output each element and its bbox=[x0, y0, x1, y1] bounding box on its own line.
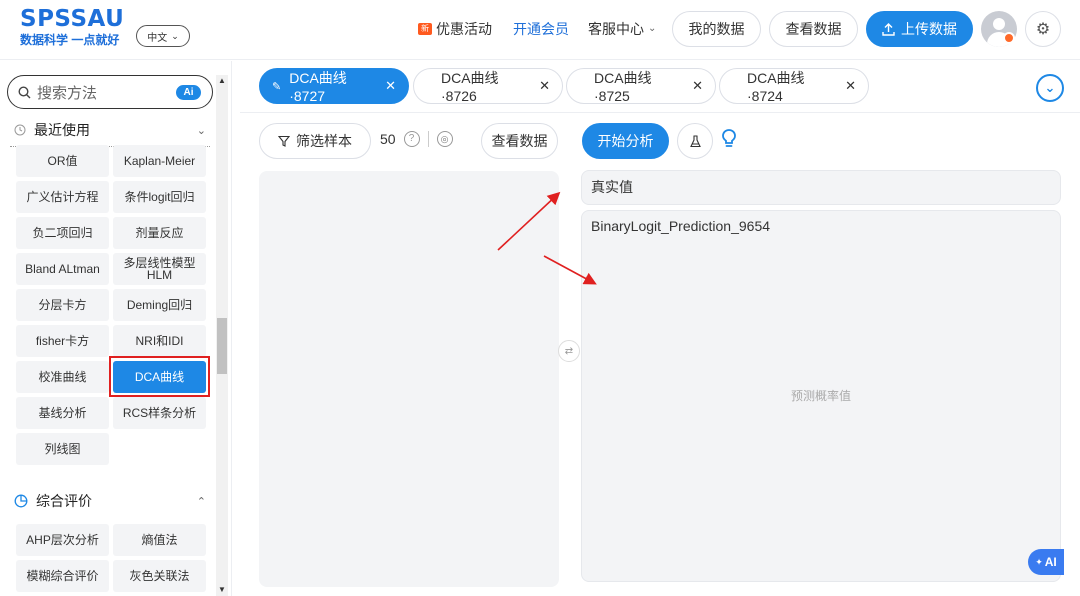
view-data-button[interactable]: 查看数据 bbox=[769, 11, 858, 47]
method-calibration[interactable]: 校准曲线 bbox=[16, 361, 109, 393]
help-icon[interactable]: ? bbox=[403, 131, 420, 147]
flask-icon bbox=[689, 134, 701, 147]
avatar-badge bbox=[1003, 32, 1015, 44]
start-analysis-button[interactable]: 开始分析 bbox=[582, 123, 669, 159]
method-hlm[interactable]: 多层线性模型HLM bbox=[113, 253, 206, 285]
upload-data-button[interactable]: 上传数据 bbox=[866, 11, 973, 47]
prediction-dropzone[interactable]: BinaryLogit_Prediction_9654 预测概率值 bbox=[581, 210, 1061, 582]
sample-count-value: 50 bbox=[380, 131, 396, 147]
close-icon[interactable]: ✕ bbox=[539, 78, 550, 94]
tab-dca-8724[interactable]: DCA曲线·8724 ✕ bbox=[719, 68, 869, 104]
method-stratified-chi[interactable]: 分层卡方 bbox=[16, 289, 109, 321]
nav-promo-label: 优惠活动 bbox=[436, 21, 492, 37]
method-conditional-logit[interactable]: 条件logit回归 bbox=[113, 181, 206, 213]
chevron-down-icon: ⌄ bbox=[1044, 80, 1056, 95]
method-grey-relational[interactable]: 灰色关联法 bbox=[113, 560, 206, 592]
prediction-variable[interactable]: BinaryLogit_Prediction_9654 bbox=[591, 218, 770, 234]
true-value-dropzone[interactable]: 真实值 bbox=[581, 170, 1061, 205]
method-entropy[interactable]: 熵值法 bbox=[113, 524, 206, 556]
view-data-toolbar-button[interactable]: 查看数据 bbox=[481, 123, 558, 159]
sidebar: 搜索方法 Ai 最近使用 ⌄ OR值 Kaplan-Meier 广义估计方程 条… bbox=[0, 61, 232, 596]
method-dose-response[interactable]: 剂量反应 bbox=[113, 217, 206, 249]
method-fuzzy[interactable]: 模糊综合评价 bbox=[16, 560, 109, 592]
logo-slogan: 数据科学 一点就好 bbox=[20, 33, 120, 47]
ai-assistant-label: AI bbox=[1044, 555, 1057, 569]
language-label: 中文 bbox=[147, 32, 168, 44]
nav-service[interactable]: 客服中心 ⌄ bbox=[588, 19, 656, 39]
method-nomogram[interactable]: 列线图 bbox=[16, 433, 109, 465]
nav-service-label: 客服中心 bbox=[588, 21, 644, 37]
chevron-up-icon: ⌃ bbox=[196, 495, 206, 508]
filter-icon bbox=[278, 135, 290, 147]
chevron-down-icon: ⌄ bbox=[196, 124, 206, 137]
tabs-expand-button[interactable]: ⌄ bbox=[1036, 74, 1064, 102]
lightbulb-icon[interactable] bbox=[721, 128, 737, 156]
swap-icon[interactable]: ⇄ bbox=[558, 340, 580, 362]
tab-label: DCA曲线·8724 bbox=[747, 70, 805, 104]
edit-icon: ✎ bbox=[272, 80, 282, 93]
scroll-thumb[interactable] bbox=[217, 318, 227, 374]
method-fisher[interactable]: fisher卡方 bbox=[16, 325, 109, 357]
method-nri-idi[interactable]: NRI和IDI bbox=[113, 325, 206, 357]
search-icon bbox=[18, 85, 31, 98]
promo-icon: 新 bbox=[418, 23, 432, 35]
clock-icon bbox=[14, 124, 26, 136]
method-deming[interactable]: Deming回归 bbox=[113, 289, 206, 321]
settings-button[interactable]: ⚙ bbox=[1025, 11, 1061, 47]
method-negative-binomial[interactable]: 负二项回归 bbox=[16, 217, 109, 249]
scroll-down-arrow-icon[interactable]: ▼ bbox=[216, 584, 228, 596]
tab-label: DCA曲线·8727 bbox=[289, 70, 347, 104]
gear-icon: ⚙ bbox=[1035, 21, 1051, 38]
sample-count: 50 ? ◎ bbox=[380, 131, 453, 147]
tab-dca-8727[interactable]: ✎ DCA曲线·8727 ✕ bbox=[259, 68, 409, 104]
method-rcs[interactable]: RCS样条分析 bbox=[113, 397, 206, 429]
method-ahp[interactable]: AHP层次分析 bbox=[16, 524, 109, 556]
variable-list-panel[interactable] bbox=[259, 171, 559, 587]
upload-icon bbox=[882, 22, 895, 36]
close-icon[interactable]: ✕ bbox=[385, 78, 396, 94]
logo-text: SPSSAU bbox=[20, 6, 125, 32]
method-kaplan-meier[interactable]: Kaplan-Meier bbox=[113, 145, 206, 177]
highlight-box bbox=[109, 356, 210, 397]
tab-label: DCA曲线·8726 bbox=[441, 70, 499, 104]
filter-samples-button[interactable]: 筛选样本 bbox=[259, 123, 371, 159]
nav-member[interactable]: 开通会员 bbox=[513, 19, 569, 39]
search-placeholder: 搜索方法 bbox=[37, 84, 98, 102]
toolbar-separator bbox=[427, 131, 429, 147]
avatar-head bbox=[993, 18, 1005, 30]
search-input[interactable]: 搜索方法 Ai bbox=[7, 75, 213, 109]
nav-promo[interactable]: 新 优惠活动 bbox=[418, 19, 492, 39]
tab-dca-8725[interactable]: DCA曲线·8725 ✕ bbox=[566, 68, 716, 104]
my-data-button[interactable]: 我的数据 bbox=[672, 11, 761, 47]
section-recent-label: 最近使用 bbox=[34, 122, 90, 138]
prediction-placeholder: 预测概率值 bbox=[790, 389, 851, 403]
scroll-up-arrow-icon[interactable]: ▲ bbox=[216, 75, 228, 87]
chevron-down-icon: ⌄ bbox=[648, 23, 657, 34]
method-baseline[interactable]: 基线分析 bbox=[16, 397, 109, 429]
flask-button[interactable] bbox=[677, 123, 713, 159]
sparkle-icon: ✦ bbox=[1035, 556, 1043, 567]
method-or[interactable]: OR值 bbox=[16, 145, 109, 177]
logo[interactable]: SPSSAU 数据科学 一点就好 bbox=[20, 7, 124, 48]
ai-search-badge[interactable]: Ai bbox=[176, 85, 201, 100]
close-icon[interactable]: ✕ bbox=[845, 78, 856, 94]
options-icon[interactable]: ◎ bbox=[436, 131, 453, 147]
section-eval[interactable]: 综合评价 ⌃ bbox=[14, 491, 206, 511]
method-gee[interactable]: 广义估计方程 bbox=[16, 181, 109, 213]
top-header: SPSSAU 数据科学 一点就好 中文 ⌄ 新 优惠活动 开通会员 客服中心 ⌄… bbox=[0, 0, 1080, 60]
sidebar-scrollbar[interactable]: ▲ ▼ bbox=[216, 75, 228, 596]
pie-chart-icon bbox=[14, 494, 28, 508]
chevron-down-icon: ⌄ bbox=[171, 30, 179, 41]
method-bland-altman[interactable]: Bland ALtman bbox=[16, 253, 109, 285]
language-select[interactable]: 中文 ⌄ bbox=[136, 25, 190, 47]
ai-assistant-button[interactable]: ✦ AI bbox=[1028, 549, 1064, 575]
upload-label: 上传数据 bbox=[901, 21, 957, 37]
filter-label: 筛选样本 bbox=[296, 133, 352, 149]
tab-dca-8726[interactable]: DCA曲线·8726 ✕ bbox=[413, 68, 563, 104]
section-recent[interactable]: 最近使用 ⌄ bbox=[14, 120, 206, 140]
close-icon[interactable]: ✕ bbox=[692, 78, 703, 94]
tab-label: DCA曲线·8725 bbox=[594, 70, 652, 104]
tabs-divider bbox=[240, 112, 1080, 113]
section-eval-label: 综合评价 bbox=[36, 493, 92, 509]
